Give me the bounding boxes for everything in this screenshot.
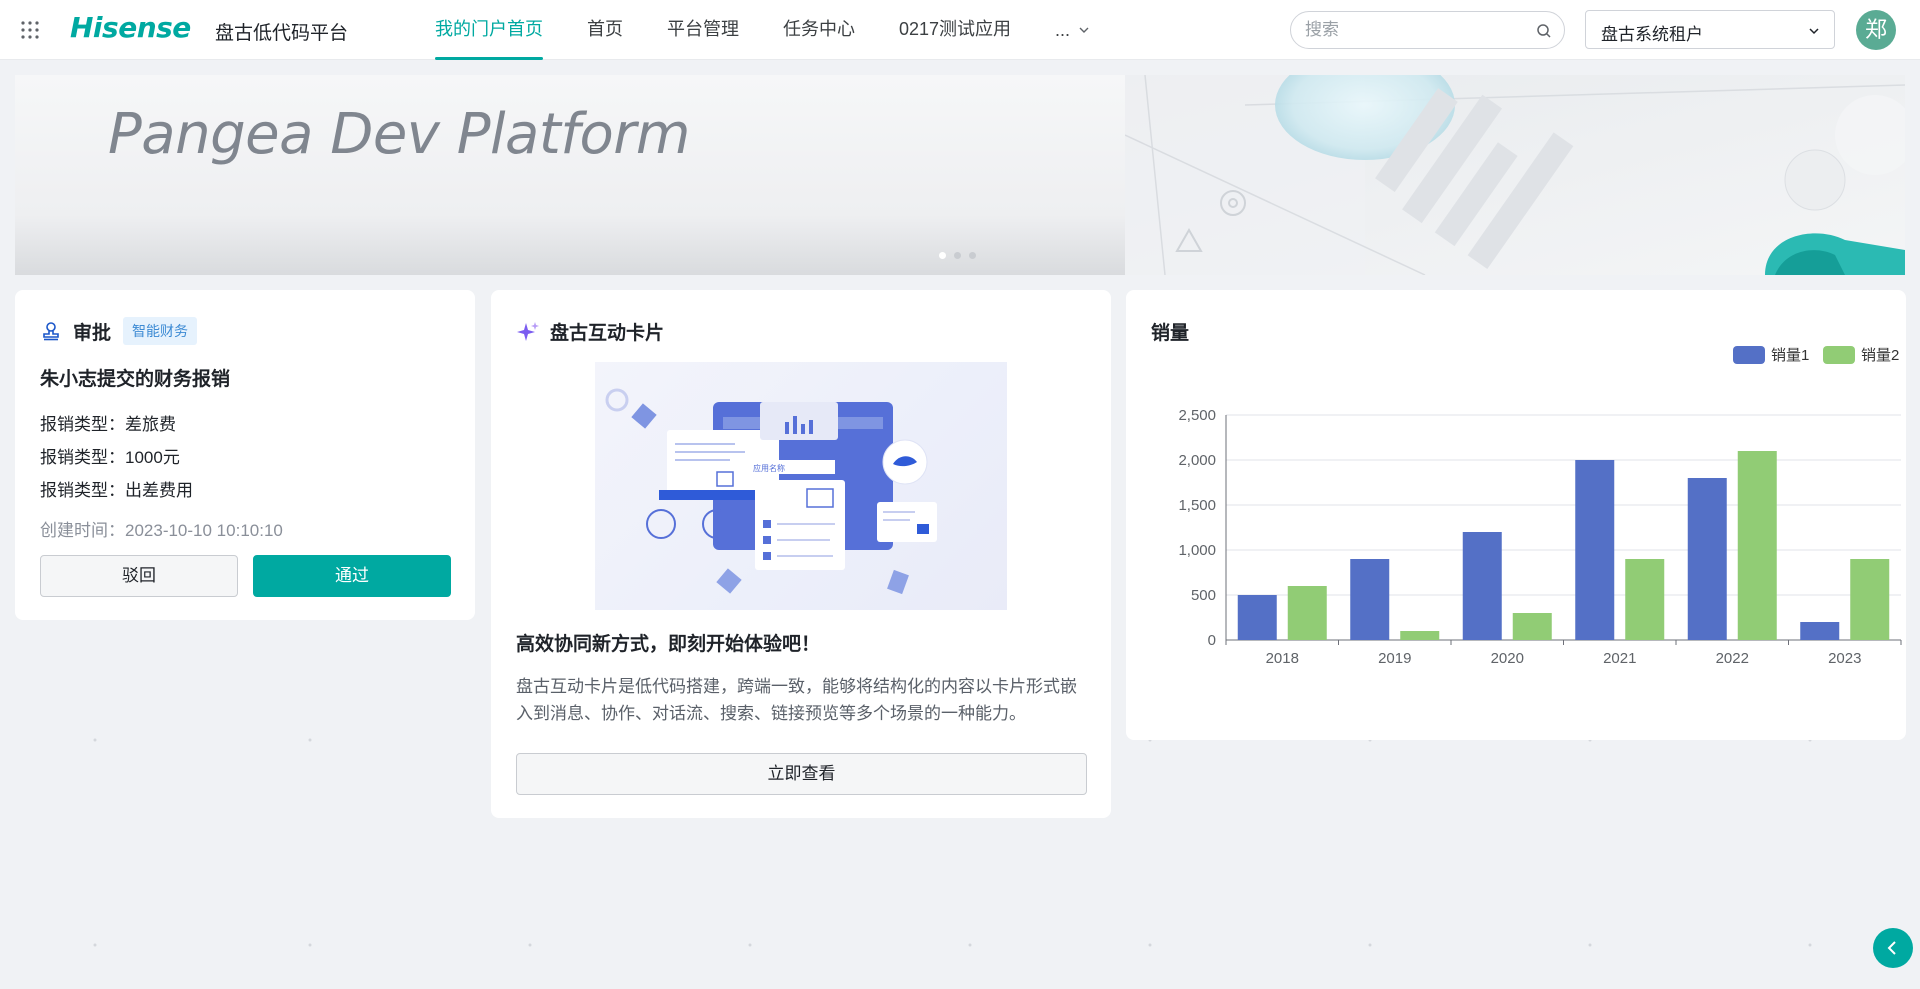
- nav-more-label: ...: [1055, 20, 1071, 40]
- bar-2022-1: [1687, 478, 1727, 640]
- approval-card-title: 审批: [73, 322, 112, 344]
- field-label: 报销类型：: [40, 481, 125, 500]
- nav-item-my-portal[interactable]: 我的门户首页: [435, 0, 543, 60]
- interactive-card: 盘古互动卡片 应用名称 高效协同新方式，即刻开始体验吧！ 盘古互动卡片是低代码搭…: [491, 290, 1111, 818]
- nav-item-task-center[interactable]: 任务中心: [783, 0, 855, 60]
- nav-more-menu[interactable]: ...: [1055, 0, 1090, 60]
- y-tick-label: 1,500: [1178, 497, 1216, 514]
- chevron-left-icon: [1887, 941, 1896, 955]
- stamp-icon: [43, 322, 59, 341]
- carousel-dot[interactable]: [969, 252, 976, 259]
- search-box: [1290, 11, 1565, 49]
- created-time-label: 创建时间：: [40, 521, 125, 540]
- interactive-card-title: 盘古互动卡片: [550, 323, 665, 344]
- field-value: 1000元: [125, 448, 180, 467]
- illustration-label: 应用名称: [753, 463, 785, 473]
- legend-swatch: [1733, 346, 1765, 364]
- approval-card: 审批 智能财务 朱小志提交的财务报销 报销类型：差旅费 报销类型：1000元 报…: [15, 290, 475, 620]
- app-grid-icon[interactable]: [20, 20, 40, 40]
- bar-2021-1: [1575, 460, 1615, 640]
- bar-2019-2: [1400, 631, 1440, 640]
- bar-2022-2: [1737, 451, 1777, 640]
- x-tick-label: 2023: [1828, 650, 1861, 667]
- search-input[interactable]: [1305, 20, 1525, 40]
- x-tick-label: 2022: [1716, 650, 1749, 667]
- y-tick-label: 0: [1208, 632, 1216, 649]
- collaboration-illustration: 应用名称: [605, 388, 937, 595]
- approval-subject: 朱小志提交的财务报销: [40, 369, 231, 390]
- legend-label: 销量2: [1861, 347, 1899, 364]
- chevron-down-icon: [1809, 28, 1819, 35]
- nav-item-platform-management[interactable]: 平台管理: [667, 0, 739, 60]
- field-label: 报销类型：: [40, 415, 125, 434]
- reject-button[interactable]: 驳回: [40, 555, 238, 597]
- field-label: 报销类型：: [40, 448, 125, 467]
- x-tick-label: 2019: [1378, 650, 1411, 667]
- carousel-dot[interactable]: [954, 252, 961, 259]
- x-tick-label: 2020: [1491, 650, 1524, 667]
- legend-label: 销量1: [1771, 347, 1809, 364]
- y-tick-label: 2,500: [1178, 407, 1216, 424]
- brand-logo[interactable]: Hisense: [70, 11, 191, 44]
- tenant-select[interactable]: 盘古系统租户: [1585, 10, 1835, 49]
- created-time-value: 2023-10-10 10:10:10: [125, 521, 283, 540]
- view-now-button[interactable]: 立即查看: [516, 753, 1087, 795]
- interactive-card-header: 盘古互动卡片: [516, 318, 664, 345]
- field-row: 报销类型：出差费用: [40, 476, 193, 501]
- bar-2019-1: [1350, 559, 1390, 640]
- tenant-label: 盘古系统租户: [1601, 25, 1703, 44]
- banner-carousel[interactable]: Pangea Dev Platform: [15, 75, 1905, 275]
- platform-name: 盘古低代码平台: [215, 23, 349, 44]
- banner-title: Pangea Dev Platform: [108, 102, 690, 167]
- category-tag: 智能财务: [123, 317, 198, 345]
- sales-chart-card: 销量 0 500 1,000 1,500 2,000 2,500 2018 2019 2020 2…: [1126, 290, 1906, 740]
- nav-item-test-app[interactable]: 0217测试应用: [899, 0, 1011, 60]
- bar-2018-1: [1237, 595, 1277, 640]
- nav-item-home[interactable]: 首页: [587, 0, 623, 60]
- top-header: Hisense 盘古低代码平台 我的门户首页 首页 平台管理 任务中心 0217…: [0, 0, 1920, 60]
- field-row: 报销类型：1000元: [40, 443, 180, 468]
- y-tick-label: 2,000: [1178, 452, 1216, 469]
- chevron-down-icon: [1079, 27, 1089, 33]
- field-value: 差旅费: [125, 415, 176, 434]
- bar-2021-2: [1625, 559, 1665, 640]
- search-icon[interactable]: [1536, 23, 1552, 39]
- banner-illustration: [1125, 75, 1905, 275]
- x-tick-label: 2018: [1266, 650, 1299, 667]
- main-nav: 我的门户首页 首页 平台管理 任务中心 0217测试应用 ...: [435, 0, 1134, 60]
- field-row: 报销类型：差旅费: [40, 410, 176, 435]
- carousel-dots: [939, 252, 976, 259]
- y-tick-label: 500: [1191, 587, 1216, 604]
- bar-2020-2: [1512, 613, 1552, 640]
- created-time-row: 创建时间：2023-10-10 10:10:10: [40, 516, 283, 541]
- legend-swatch: [1823, 346, 1855, 364]
- bar-2023-1: [1800, 622, 1840, 640]
- x-tick-label: 2021: [1603, 650, 1636, 667]
- y-tick-label: 1,000: [1178, 542, 1216, 559]
- interactive-card-headline: 高效协同新方式，即刻开始体验吧！: [516, 634, 821, 655]
- interactive-card-description: 盘古互动卡片是低代码搭建，跨端一致，能够将结构化的内容以卡片形式嵌入到消息、协作…: [516, 677, 1077, 723]
- sparkle-icon: [517, 321, 539, 341]
- field-value: 出差费用: [125, 481, 193, 500]
- bar-2018-2: [1287, 586, 1327, 640]
- bar-2020-1: [1462, 532, 1502, 640]
- carousel-dot[interactable]: [939, 252, 946, 259]
- approve-button[interactable]: 通过: [253, 555, 451, 597]
- bar-2023-2: [1850, 559, 1890, 640]
- approval-card-header: 审批 智能财务: [41, 317, 198, 345]
- collapse-panel-button[interactable]: [1873, 928, 1913, 968]
- card-illustration: 应用名称: [595, 362, 1007, 610]
- avatar[interactable]: 郑: [1856, 10, 1896, 50]
- sales-bar-chart: 0 500 1,000 1,500 2,000 2,500 2018 2019 2020 2021…: [1178, 346, 1902, 667]
